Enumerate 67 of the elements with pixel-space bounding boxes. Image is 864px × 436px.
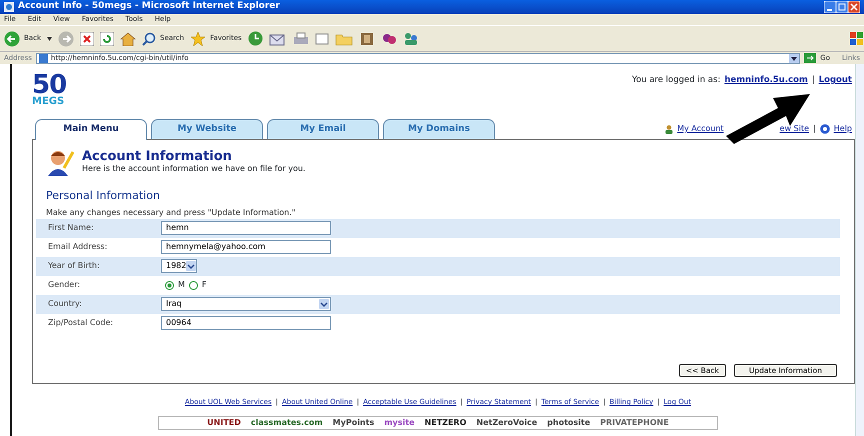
close-icon[interactable] xyxy=(848,1,860,13)
nav-link[interactable]: Help xyxy=(820,123,852,135)
input-field[interactable]: hemn xyxy=(161,221,331,235)
person-icon xyxy=(665,124,674,134)
refresh-icon[interactable] xyxy=(100,32,114,46)
input-field[interactable]: hemnymela@yahoo.com xyxy=(161,240,331,254)
dropdown[interactable]: 1982 xyxy=(161,259,197,273)
magnifier-icon xyxy=(142,32,156,46)
nav-link[interactable]: My Account xyxy=(665,123,724,135)
dropdown-icon xyxy=(186,261,196,271)
tab[interactable]: My Domains xyxy=(383,119,495,139)
separator-text: | xyxy=(813,123,816,135)
help-icon xyxy=(820,124,830,134)
radio-label: F xyxy=(202,279,207,291)
windows-logo-icon xyxy=(850,32,864,46)
people-icon[interactable] xyxy=(402,32,419,46)
person-writing-icon xyxy=(46,148,74,176)
window-title: Account Info - 50megs - Microsoft Internet Explorer xyxy=(18,0,281,14)
media-icon[interactable] xyxy=(358,32,375,46)
forward-icon[interactable] xyxy=(58,30,74,46)
partner-logo: mysite xyxy=(384,416,415,428)
messenger-icon[interactable] xyxy=(380,32,397,46)
star-icon xyxy=(190,30,206,46)
tab[interactable]: My Website xyxy=(151,119,263,139)
partner-logo: photosite xyxy=(547,416,590,428)
partner-logo: PRIVATEPHONE xyxy=(600,416,669,428)
field-label: Year of Birth: xyxy=(48,260,101,272)
tab[interactable]: My Email xyxy=(267,119,379,139)
stop-icon[interactable] xyxy=(80,32,94,46)
page-title: Account Information xyxy=(82,150,233,162)
field-label: Gender: xyxy=(48,279,82,291)
partner-logo: UNITED xyxy=(207,416,241,428)
home-icon[interactable] xyxy=(120,32,136,46)
printer-icon[interactable] xyxy=(292,32,309,46)
mail-icon[interactable] xyxy=(268,32,287,46)
field-label: Zip/Postal Code: xyxy=(48,317,114,329)
partner-logo: MyPoints xyxy=(332,416,374,428)
maximize-icon[interactable] xyxy=(836,1,848,13)
section-title: Personal Information xyxy=(46,188,161,204)
separator-text: | xyxy=(812,74,815,87)
dropdown-icon xyxy=(789,54,800,62)
radio-label: M xyxy=(178,279,185,291)
input-field[interactable]: 00964 xyxy=(161,316,331,330)
dropdown[interactable]: Iraq xyxy=(161,297,331,311)
partner-logo: classmates.com xyxy=(250,416,323,428)
nav-link[interactable]: ew Site xyxy=(780,123,810,135)
scrollbar[interactable] xyxy=(855,64,864,436)
site-logo: 50 MEGS xyxy=(32,74,66,110)
login-label: You are logged in as: xyxy=(632,74,720,87)
partner-logo: NETZERO xyxy=(424,416,466,428)
tab[interactable]: Main Menu xyxy=(35,119,147,140)
username-link[interactable]: hemninfo.5u.com xyxy=(724,74,808,116)
partner-logo: NetZeroVoice xyxy=(476,416,538,428)
ie-icon xyxy=(4,2,14,12)
radio-button[interactable] xyxy=(165,280,174,290)
dropdown-icon[interactable] xyxy=(47,36,52,40)
field-label: Country: xyxy=(48,298,83,310)
logout-link[interactable]: Logout xyxy=(818,74,852,116)
minimize-icon[interactable] xyxy=(824,1,836,13)
instructions-text: Make any changes necessary and press "Update Information." xyxy=(46,206,296,218)
page-subtitle: Here is the account information we have on file for you. xyxy=(82,162,306,174)
field-label: Email Address: xyxy=(48,241,108,253)
field-label: First Name: xyxy=(48,222,95,234)
radio-button[interactable] xyxy=(188,280,198,290)
folder-icon[interactable] xyxy=(334,32,353,46)
history-icon[interactable] xyxy=(248,31,263,46)
dropdown-icon xyxy=(319,299,329,309)
